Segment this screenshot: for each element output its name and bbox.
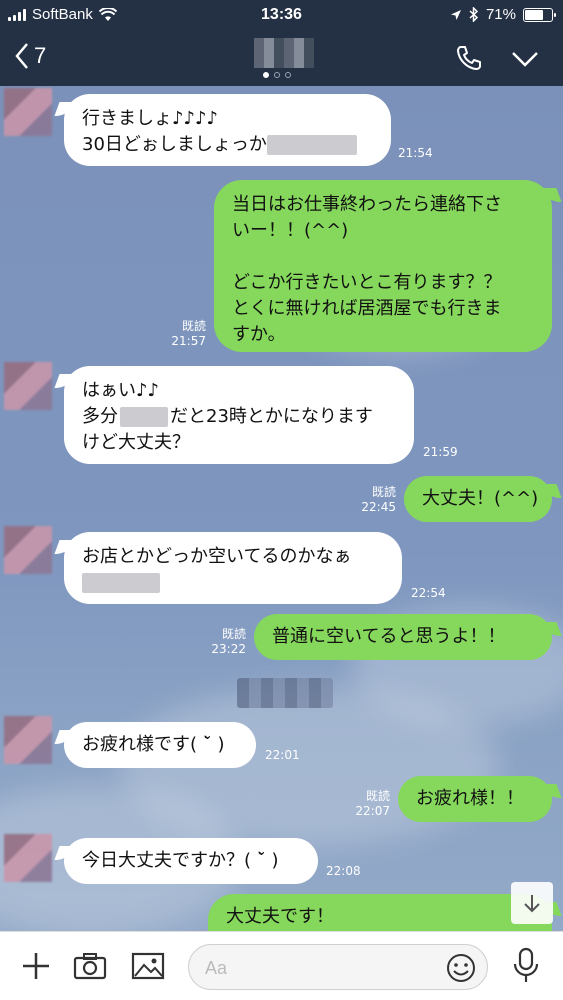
bluetooth-icon [469,7,479,22]
message-line: お疲れ様です( ˘̀ ) [82,734,225,755]
message-bubble-incoming[interactable]: 行きましょ♪♪♪♪ 30日どぉしましょっか [64,94,391,166]
back-button[interactable]: 7 [14,42,46,70]
image-button[interactable] [130,948,166,984]
message-time: 22:01 [265,748,300,762]
message-line: 大丈夫です！ [226,906,334,927]
camera-button[interactable] [72,948,108,984]
message-time: 22:54 [411,586,446,600]
chat-area[interactable]: 行きましょ♪♪♪♪ 30日どぉしましょっか 21:54 当日はお仕事終わったら連… [0,86,563,931]
message-bubble-incoming[interactable]: 今日大丈夫ですか？( ˘̀ ) [64,838,318,884]
battery-percent: 71% [485,6,516,23]
message-line: お店とかどっか空いてるのかなぁ [82,546,352,567]
image-icon [131,952,165,980]
avatar[interactable] [4,834,52,882]
message-line: すか。 [232,324,286,345]
message-input[interactable] [205,953,425,983]
status-right: 71% [450,6,556,23]
redacted-text [82,573,160,593]
message-input-container[interactable] [188,944,488,990]
message-bubble-outgoing[interactable]: お疲れ様！！ [398,776,552,822]
read-receipt: 既読 22:07 [355,789,390,818]
message-time: 21:54 [398,146,433,160]
message-line: いー！！(^^) [232,220,349,241]
message-bubble-incoming[interactable]: お店とかどっか空いてるのかなぁ [64,532,402,604]
avatar[interactable] [4,526,52,574]
message-line: 行きましょ♪♪♪♪ [82,108,218,129]
voice-button[interactable] [508,946,544,986]
microphone-icon [513,947,539,982]
message-bubble-outgoing[interactable]: 普通に空いてると思うよ！！ [254,614,552,660]
page-indicator [263,72,291,78]
phone-icon [457,46,481,70]
arrow-down-icon [524,895,540,913]
menu-button[interactable] [509,42,541,74]
message-line: 当日はお仕事終わったら連絡下さ [232,194,502,215]
chat-title-redacted[interactable] [254,38,314,68]
avatar[interactable] [4,716,52,764]
smiley-icon [447,954,475,982]
unread-count: 7 [34,43,47,68]
redacted-text [120,407,168,427]
message-bubble-outgoing[interactable]: 大丈夫です！ [208,894,552,931]
chevron-left-icon [15,43,28,69]
message-time: 21:59 [423,445,458,459]
message-line: けど大丈夫？ [82,432,190,453]
message-bubble-incoming[interactable]: お疲れ様です( ˘̀ ) [64,722,256,768]
message-line [232,244,534,270]
message-line: 大丈夫！(^^) [422,488,539,509]
location-icon [450,9,461,20]
message-time: 22:08 [326,864,361,878]
chat-header: 7 [0,30,563,86]
message-line: 30日どぉしましょっか [82,132,373,158]
avatar[interactable] [4,362,52,410]
message-bubble-outgoing[interactable]: 当日はお仕事終わったら連絡下さ いー！！(^^) どこか行きたいとこ有ります？？… [214,180,552,352]
chevron-down-icon [512,52,538,67]
message-line: とくに無ければ居酒屋でも行きま [232,298,502,319]
redacted-text [266,135,357,155]
message-bubble-incoming[interactable]: はぁい♪♪ 多分 だと23時とかになります けど大丈夫？ [64,366,414,464]
plus-icon [23,953,49,979]
read-receipt: 既読 21:57 [171,319,206,348]
message-line: はぁい♪♪ [82,380,159,401]
scroll-to-bottom-button[interactable] [511,882,553,924]
message-bubble-outgoing[interactable]: 大丈夫！(^^) [404,476,552,522]
message-line: お疲れ様！！ [416,788,524,809]
avatar[interactable] [4,88,52,136]
camera-icon [73,953,107,980]
emoji-button[interactable] [445,952,477,984]
message-line [82,570,384,596]
message-line: 多分 だと23時とかになります [82,406,373,427]
message-line: どこか行きたいとこ有ります？？ [232,272,502,293]
add-button[interactable] [18,948,54,984]
message-composer [0,931,563,1000]
message-line: 今日大丈夫ですか？( ˘̀ ) [82,850,279,871]
message-line: 普通に空いてると思うよ！！ [272,626,506,647]
status-bar: SoftBank 13:36 71% [0,0,563,30]
call-button[interactable] [453,42,485,74]
read-receipt: 既読 22:45 [361,485,396,514]
read-receipt: 既読 23:22 [211,627,246,656]
battery-icon [523,7,556,22]
date-divider-redacted [237,678,333,708]
